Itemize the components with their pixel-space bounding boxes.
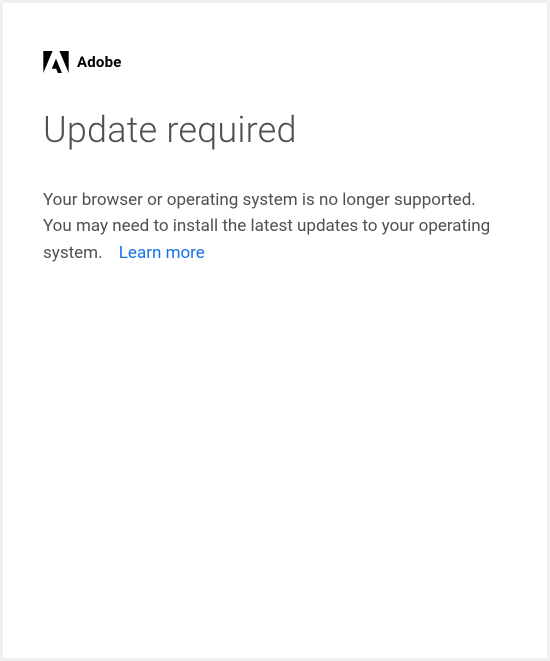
brand-header: Adobe: [43, 51, 507, 73]
brand-name: Adobe: [77, 53, 122, 71]
page-title: Update required: [43, 109, 507, 151]
message-text: Your browser or operating system is no l…: [43, 187, 507, 266]
main-container: Adobe Update required Your browser or op…: [3, 3, 547, 658]
learn-more-link[interactable]: Learn more: [119, 243, 205, 263]
message-body: Your browser or operating system is no l…: [43, 190, 490, 263]
adobe-logo-icon: [43, 51, 69, 73]
